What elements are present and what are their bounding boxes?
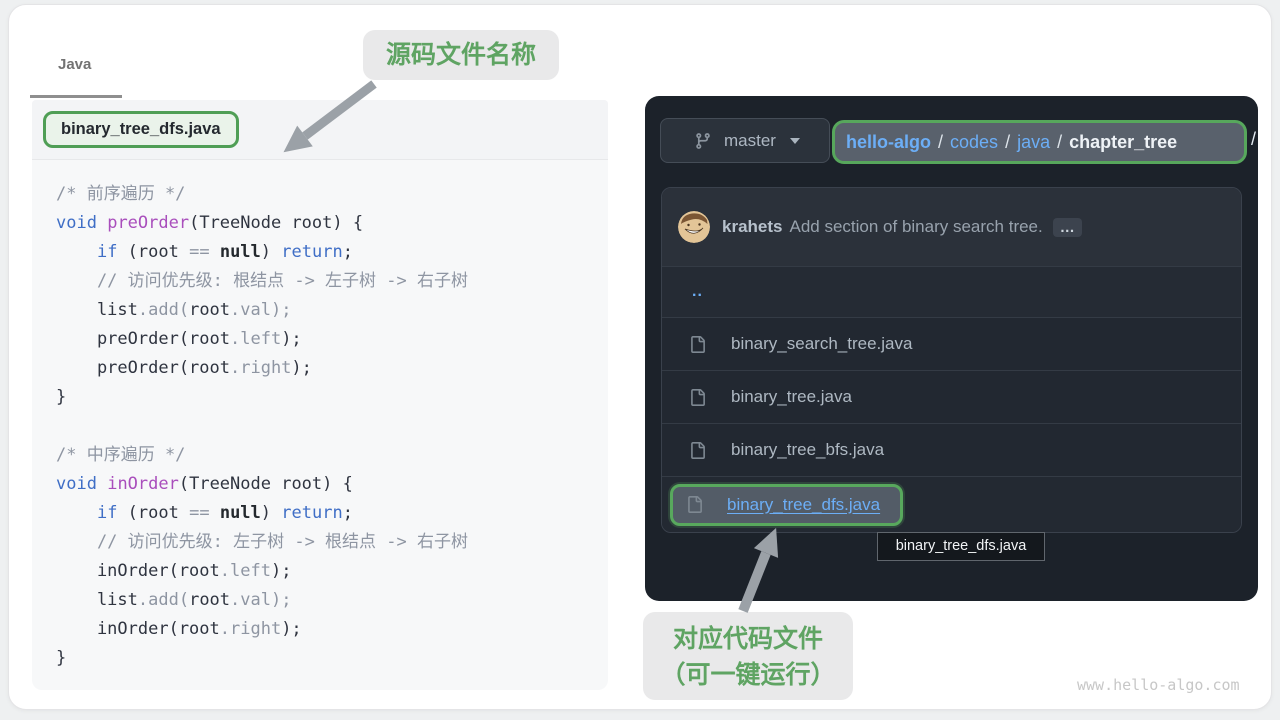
breadcrumb-java[interactable]: java [1017, 132, 1050, 153]
filename-tooltip: binary_tree_dfs.java [877, 532, 1045, 561]
code-line: if (root == null) return; [56, 499, 608, 528]
git-branch-icon [694, 132, 712, 150]
code-header: binary_tree_dfs.java [32, 100, 608, 160]
code-body: /* 前序遍历 */void preOrder(TreeNode root) {… [32, 160, 608, 673]
breadcrumb-separator: / [1005, 132, 1010, 153]
branch-selector-button[interactable]: master [660, 118, 830, 163]
callout-line-1: 对应代码文件 [643, 621, 853, 657]
file-icon [689, 389, 706, 406]
java-tab-indicator [30, 95, 122, 98]
code-line: preOrder(root.right); [56, 354, 608, 383]
code-line: } [56, 644, 608, 673]
commit-header: krahets Add section of binary search tre… [662, 188, 1241, 266]
file-icon [686, 496, 703, 513]
code-line: } [56, 383, 608, 412]
code-panel: binary_tree_dfs.java /* 前序遍历 */void preO… [32, 100, 608, 690]
file-row[interactable]: binary_tree.java [662, 370, 1241, 423]
breadcrumb-separator: / [1057, 132, 1062, 153]
code-line: list.add(root.val); [56, 586, 608, 615]
callout-line-2: （可一键运行） [643, 657, 853, 693]
file-name[interactable]: binary_tree_dfs.java [727, 495, 880, 515]
code-line: void preOrder(TreeNode root) { [56, 209, 608, 238]
breadcrumb: hello-algo / codes / java / chapter_tree [832, 120, 1247, 164]
commit-author[interactable]: krahets [722, 217, 782, 237]
watermark: www.hello-algo.com [1077, 676, 1240, 694]
breadcrumb-hello-algo[interactable]: hello-algo [846, 132, 931, 153]
commit-message[interactable]: Add section of binary search tree. [789, 217, 1042, 237]
file-name[interactable]: binary_search_tree.java [731, 334, 912, 354]
code-line: preOrder(root.left); [56, 325, 608, 354]
file-row[interactable]: binary_tree_bfs.java [662, 423, 1241, 476]
code-line: inOrder(root.left); [56, 557, 608, 586]
code-line: inOrder(root.right); [56, 615, 608, 644]
breadcrumb-separator: / [938, 132, 943, 153]
parent-directory-link[interactable]: .. [692, 283, 703, 301]
avatar[interactable] [678, 211, 710, 243]
source-filename-badge: binary_tree_dfs.java [43, 111, 239, 148]
code-line: list.add(root.val); [56, 296, 608, 325]
callout-code-file: 对应代码文件 （可一键运行） [643, 612, 853, 700]
github-panel: master hello-algo / codes / java / chapter_tre… [645, 96, 1258, 601]
commit-ellipsis-button[interactable]: … [1053, 218, 1082, 237]
file-icon [689, 442, 706, 459]
file-icon [689, 336, 706, 353]
branch-name: master [724, 131, 776, 151]
file-name[interactable]: binary_tree_bfs.java [731, 440, 884, 460]
breadcrumb-codes[interactable]: codes [950, 132, 998, 153]
file-row[interactable]: .. [662, 266, 1241, 317]
code-line: // 访问优先级: 根结点 -> 左子树 -> 右子树 [56, 267, 608, 296]
callout-source-filename: 源码文件名称 [363, 30, 559, 80]
breadcrumb-trailing-slash: / [1251, 129, 1256, 150]
file-table: krahets Add section of binary search tre… [661, 187, 1242, 533]
code-line: /* 前序遍历 */ [56, 180, 608, 209]
highlighted-file-link[interactable]: binary_tree_dfs.java [670, 484, 903, 526]
file-row[interactable]: binary_tree_dfs.java [662, 476, 1241, 532]
code-line: /* 中序遍历 */ [56, 441, 608, 470]
chevron-down-icon [790, 138, 800, 144]
code-line: // 访问优先级: 左子树 -> 根结点 -> 右子树 [56, 528, 608, 557]
file-name[interactable]: binary_tree.java [731, 387, 852, 407]
code-blank-line [56, 412, 608, 441]
tab-java[interactable]: Java [58, 56, 91, 73]
breadcrumb-chapter_tree: chapter_tree [1069, 132, 1177, 153]
code-line: void inOrder(TreeNode root) { [56, 470, 608, 499]
file-row[interactable]: binary_search_tree.java [662, 317, 1241, 370]
code-line: if (root == null) return; [56, 238, 608, 267]
